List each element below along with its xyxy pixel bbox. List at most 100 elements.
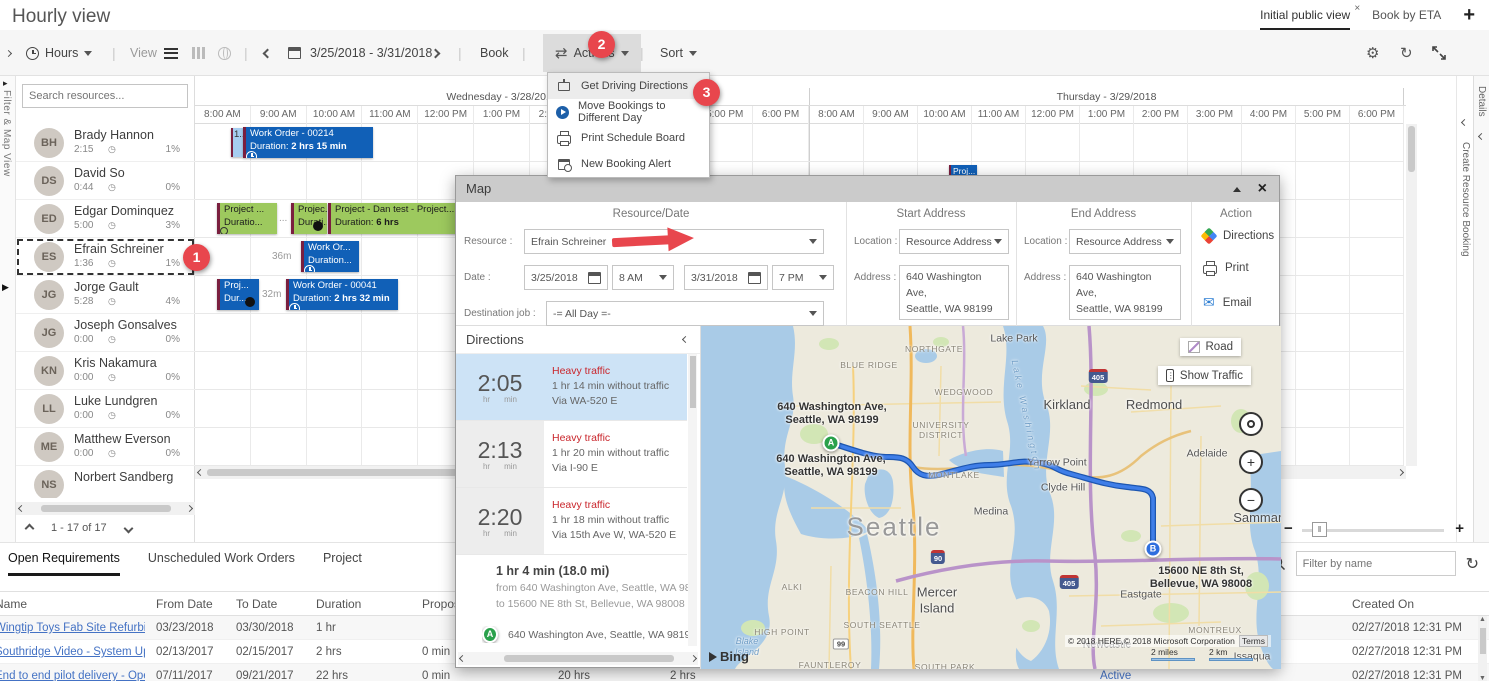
search-resources-input[interactable] — [22, 84, 188, 108]
directions-vertical-scrollbar[interactable] — [688, 354, 697, 646]
terms-link[interactable]: Terms — [1239, 635, 1268, 647]
resource-list: BH Brady Hannon 2:15◷ 1% DS David So 0:4… — [16, 124, 195, 498]
filter-map-view-collapsed-panel[interactable]: ▸ Filter & Map View — [0, 76, 16, 545]
end-location-select[interactable]: Resource Address — [1069, 229, 1181, 254]
table-vertical-scrollbar[interactable]: ▲▼ — [1478, 616, 1487, 681]
book-button[interactable]: Book — [480, 30, 509, 76]
date-to-input[interactable]: 3/31/2018 — [684, 265, 768, 290]
locate-me-button[interactable] — [1239, 412, 1263, 436]
sort-dropdown-button[interactable]: Sort — [660, 30, 697, 76]
columns-view-icon[interactable] — [192, 30, 205, 76]
tab-open-requirements[interactable]: Open Requirements — [8, 551, 120, 576]
print-action[interactable]: Print — [1203, 262, 1249, 274]
zoom-slider-handle[interactable]: ‖ — [1312, 522, 1327, 537]
filter-by-name-input[interactable] — [1296, 551, 1456, 576]
tab-project[interactable]: Project — [323, 551, 362, 576]
calendar-icon[interactable] — [288, 30, 301, 76]
booking[interactable]: 32m — [262, 288, 281, 302]
refresh-icon[interactable]: ↻ — [1466, 554, 1479, 574]
close-icon[interactable]: × — [1258, 178, 1267, 200]
requirement-link[interactable]: Wingtip Toys Fab Site Refurbishme... — [0, 616, 145, 640]
resource-row[interactable]: NS Norbert Sandberg ◷ — [16, 466, 195, 498]
close-tab-icon[interactable]: × — [1354, 3, 1360, 14]
expand-icon[interactable] — [1461, 119, 1468, 126]
end-address-textarea[interactable]: 640 Washington Ave, Seattle, WA 98199 — [1069, 265, 1181, 320]
menu-item[interactable]: Get Driving Directions — [548, 73, 709, 99]
email-icon: ✉ — [1203, 294, 1215, 311]
zoom-in-button[interactable]: + — [1455, 520, 1464, 537]
booking[interactable]: Projec... Durati... — [291, 203, 327, 234]
add-board-tab-button[interactable]: + — [1463, 8, 1475, 22]
tab-book-by-eta[interactable]: Book by ETA — [1372, 8, 1441, 28]
route-option[interactable]: 2:05 hrmin Heavy traffic 1 hr 14 min wit… — [456, 354, 687, 421]
resource-row[interactable]: KN Kris Nakamura 0:00◷ 0% — [16, 352, 195, 390]
booking[interactable]: Work Or... Duration... — [301, 241, 359, 272]
menu-item[interactable]: New Booking Alert — [548, 151, 709, 177]
date-range[interactable]: 3/25/2018 - 3/31/2018 — [310, 30, 432, 76]
email-action[interactable]: ✉ Email — [1203, 294, 1252, 311]
resource-row[interactable]: DS David So 0:44◷ 0% — [16, 162, 195, 200]
road-view-button[interactable]: Road — [1180, 338, 1242, 356]
directions-horizontal-scrollbar[interactable] — [458, 652, 698, 665]
expand-panel-icon[interactable]: ▸ — [3, 78, 8, 89]
resource-row[interactable]: ED Edgar Dominquez 5:00◷ 3% — [16, 200, 195, 238]
booking[interactable]: Proj... Dur... — [217, 279, 259, 310]
show-traffic-button[interactable]: ⋮Show Traffic — [1158, 366, 1251, 385]
zoom-out-button[interactable]: − — [1284, 520, 1293, 537]
resource-row[interactable]: ME Matthew Everson 0:00◷ 0% — [16, 428, 195, 466]
minimize-icon[interactable] — [1233, 187, 1241, 192]
booking-status-icon — [220, 227, 228, 234]
dialog-title-bar[interactable]: Map × — [456, 176, 1279, 202]
resource-row[interactable]: LL Luke Lundgren 0:00◷ 0% — [16, 390, 195, 428]
resource-horizontal-scrollbar[interactable] — [16, 502, 195, 515]
board-vertical-scrollbar[interactable] — [1406, 124, 1417, 466]
time-to-select[interactable]: 7 PM — [772, 265, 834, 290]
bing-map[interactable]: Lake ParkNORTHGATEBLUE RIDGEWEDGWOODKirk… — [701, 326, 1281, 669]
booking[interactable]: ... — [279, 212, 287, 226]
hour-column[interactable]: 6:00 PM — [1350, 106, 1404, 466]
hours-scale-dropdown[interactable]: Hours — [26, 30, 92, 76]
tab-unscheduled-work-orders[interactable]: Unscheduled Work Orders — [148, 551, 295, 576]
expand-icon[interactable] — [1478, 133, 1485, 140]
create-resource-booking-panel[interactable]: Create Resource Booking — [1456, 76, 1473, 545]
start-address-textarea[interactable]: 640 Washington Ave, Seattle, WA 98199 — [899, 265, 1009, 320]
details-panel[interactable]: Details — [1473, 76, 1489, 545]
booking[interactable]: Work Order - 00214 Duration: 2 hrs 15 mi… — [243, 127, 373, 158]
time-from-select[interactable]: 8 AM — [612, 265, 674, 290]
booking[interactable]: 1... — [231, 128, 243, 157]
hour-column[interactable]: 5:00 PM — [1296, 106, 1350, 466]
resource-panel-expander-icon[interactable]: ▶ — [2, 282, 9, 293]
resource-row[interactable]: JG Joseph Gonsalves 0:00◷ 0% — [16, 314, 195, 352]
requirement-link[interactable]: End to end pilot delivery - Operati... — [0, 664, 145, 681]
map-view-icon[interactable] — [218, 30, 231, 76]
menu-item[interactable]: Print Schedule Board — [548, 125, 709, 151]
booking[interactable]: Work Order - 00041 Duration: 2 hrs 32 mi… — [286, 279, 398, 310]
settings-gear-icon[interactable]: ⚙ — [1366, 30, 1379, 76]
destination-job-select[interactable]: -= All Day =- — [546, 301, 824, 326]
start-location-select[interactable]: Resource Address — [899, 229, 1009, 254]
route-option[interactable]: 2:20 hrmin Heavy traffic 1 hr 18 min wit… — [456, 488, 687, 555]
menu-item[interactable]: Move Bookings to Different Day — [548, 99, 709, 125]
prev-date-range-button[interactable] — [264, 30, 271, 76]
next-date-range-button[interactable] — [432, 30, 439, 76]
resource-row[interactable]: ES Efrain Schreiner 1:36◷ 1% — [16, 238, 195, 276]
booking[interactable]: 36m — [272, 250, 291, 264]
page-down-icon[interactable] — [123, 523, 133, 533]
booking[interactable]: Project ... Duratio... — [217, 203, 277, 234]
date-from-input[interactable]: 3/25/2018 — [524, 265, 608, 290]
resource-row[interactable]: JG Jorge Gault 5:28◷ 4% — [16, 276, 195, 314]
directions-action[interactable]: Directions — [1203, 230, 1274, 242]
map-zoom-in-button[interactable]: + — [1239, 450, 1263, 474]
route-option[interactable]: 2:13 hrmin Heavy traffic 1 hr 20 min wit… — [456, 421, 687, 488]
resource-row[interactable]: BH Brady Hannon 2:15◷ 1% — [16, 124, 195, 162]
requirement-link[interactable]: Southridge Video - System Upgrade — [0, 640, 145, 664]
list-view-icon[interactable] — [164, 30, 178, 76]
tab-initial-public-view[interactable]: Initial public view × — [1260, 8, 1350, 31]
map-zoom-out-button[interactable]: − — [1239, 488, 1263, 512]
collapse-directions-icon[interactable] — [682, 336, 689, 343]
section-start-address: Start Address — [846, 208, 1016, 220]
refresh-icon[interactable]: ↻ — [1400, 30, 1413, 76]
fullscreen-icon[interactable] — [1432, 30, 1446, 76]
page-up-icon[interactable] — [25, 523, 35, 533]
expand-left-icon[interactable] — [6, 30, 11, 76]
